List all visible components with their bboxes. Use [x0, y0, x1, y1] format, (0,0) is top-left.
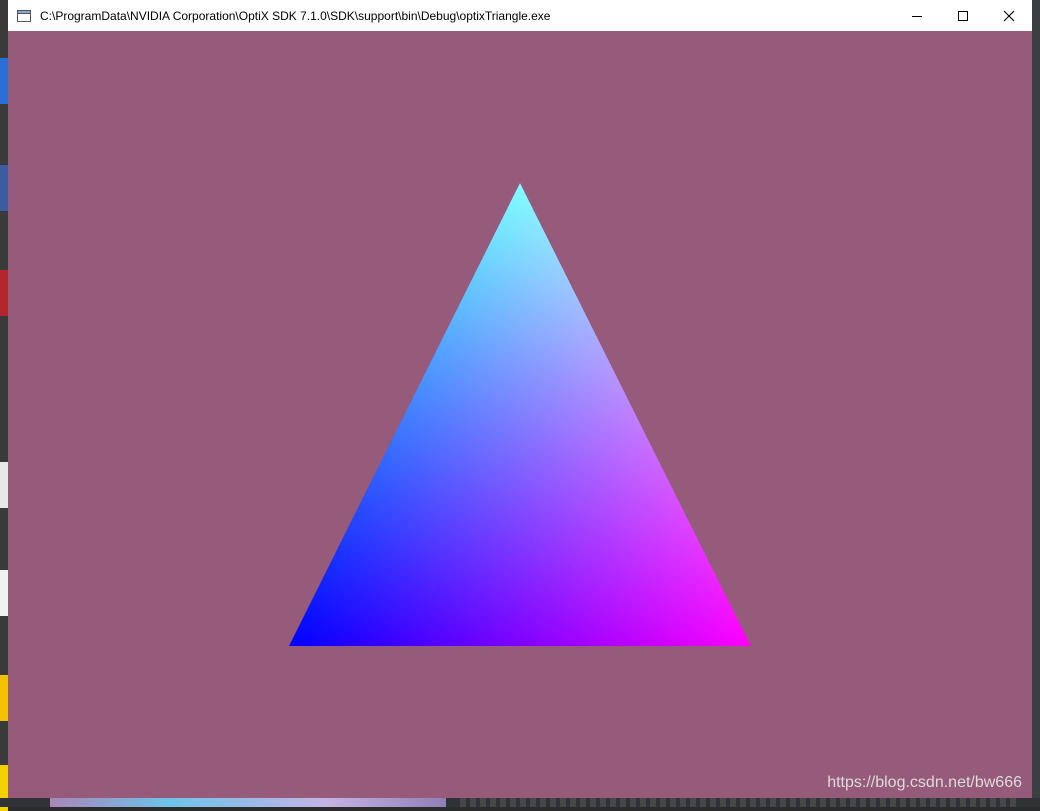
desktop-left-strip: [0, 0, 8, 811]
watermark-text: https://blog.csdn.net/bw666: [827, 774, 1022, 791]
app-icon: [17, 9, 31, 22]
desktop-icon[interactable]: [0, 570, 8, 616]
desktop-icon[interactable]: [0, 270, 8, 316]
desktop-icon[interactable]: [0, 58, 8, 104]
background-editor-strip: [1032, 0, 1040, 807]
rendered-triangle-canvas: [289, 183, 751, 646]
window-controls: [894, 0, 1032, 31]
close-icon: [1003, 10, 1015, 21]
maximize-button[interactable]: [940, 0, 986, 31]
title-bar[interactable]: C:\ProgramData\NVIDIA Corporation\OptiX …: [8, 0, 1032, 31]
desktop-icon[interactable]: [0, 165, 8, 211]
render-viewport[interactable]: https://blog.csdn.net/bw666: [8, 31, 1032, 798]
background-log-text: [460, 798, 1020, 807]
close-button[interactable]: [986, 0, 1032, 31]
maximize-icon: [958, 10, 968, 21]
window-title: C:\ProgramData\NVIDIA Corporation\OptiX …: [40, 8, 551, 23]
triangle-top-gradient: [289, 183, 751, 646]
desktop-icon[interactable]: [0, 675, 8, 721]
minimize-button[interactable]: [894, 0, 940, 31]
background-thumbnail: [50, 798, 446, 807]
minimize-icon: [912, 15, 922, 17]
desktop-icon[interactable]: [0, 462, 8, 508]
app-window: C:\ProgramData\NVIDIA Corporation\OptiX …: [8, 0, 1032, 798]
